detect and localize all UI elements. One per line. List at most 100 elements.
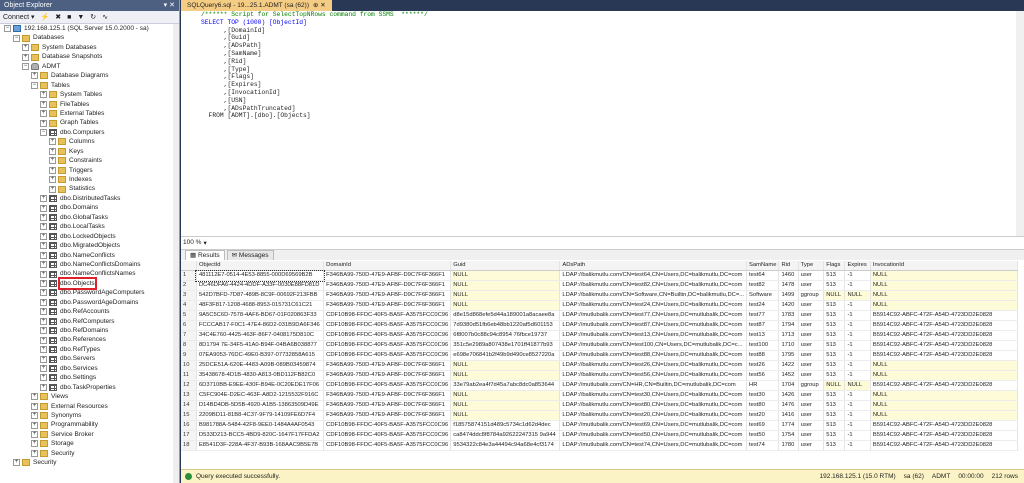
table-cell[interactable]: user [798, 420, 825, 431]
table-cell[interactable]: test74 [746, 440, 780, 451]
tree-node[interactable]: + System Tables [0, 90, 173, 99]
tree-node[interactable]: + Indexes [0, 175, 173, 184]
table-cell[interactable]: test13 [746, 330, 780, 341]
tree-node[interactable]: + Statistics [0, 184, 173, 193]
collapse-icon[interactable]: − [4, 25, 11, 33]
table-cell[interactable]: C5FC904E-D2EC-463F-A8D2-1215532F916C [196, 390, 325, 401]
column-header[interactable]: ADsPath [559, 261, 748, 271]
table-cell[interactable]: 513 [823, 340, 846, 351]
row-number[interactable]: 8 [181, 340, 197, 351]
expand-icon[interactable]: + [40, 298, 47, 306]
table-cell[interactable]: 1794 [778, 320, 799, 331]
table-cell[interactable]: test26 [746, 360, 780, 371]
table-cell[interactable]: NULL [450, 370, 561, 381]
row-number[interactable]: 16 [181, 420, 197, 431]
tree-node[interactable]: + Synonyms [0, 411, 173, 420]
table-cell[interactable]: 1795 [778, 350, 799, 361]
table-cell[interactable]: LDAP://mutlubalik.com/CN=test69,CN=Users… [559, 420, 748, 431]
tree-node[interactable]: + Columns [0, 137, 173, 146]
table-cell[interactable]: 513 [823, 360, 846, 371]
table-cell[interactable]: NULL [844, 380, 871, 391]
table-cell[interactable]: test20 [746, 410, 780, 421]
tree-node[interactable]: + Security [0, 458, 173, 467]
tree-node[interactable]: + Storage [0, 439, 173, 448]
expand-icon[interactable]: + [40, 355, 47, 363]
expand-icon[interactable]: + [31, 449, 38, 457]
tree-node[interactable]: + dbo.LocalTasks [0, 222, 173, 231]
expand-icon[interactable]: + [49, 138, 56, 146]
table-cell[interactable]: 513 [823, 390, 846, 401]
tree-node[interactable]: + External Tables [0, 109, 173, 118]
tree-node[interactable]: + dbo.NameConflicts [0, 251, 173, 260]
tree-node[interactable]: + FileTables [0, 100, 173, 109]
table-cell[interactable]: 8D1794 7E-34F5-41A0-B94F-04BA6B038877 [196, 340, 325, 351]
table-cell[interactable]: test24 [746, 300, 780, 311]
table-cell[interactable]: CDF10B98-FFDC-40F5-BA5F-A3575FCC0C96 [323, 420, 452, 431]
table-row[interactable]: 13 C5FC904E-D2EC-463F-A8D2-1215532F916C F3… [181, 390, 1018, 401]
table-row[interactable]: 12 6D3710BB-E9EE-430F-B94E-0C20EDE17F06 CD… [181, 380, 1018, 391]
tree-node[interactable]: + dbo.PasswordAgeComputers [0, 288, 173, 297]
table-cell[interactable]: 542D7BFD-7D87-489B-8C9F-00692F213FBB [196, 290, 325, 301]
tab-results[interactable]: ▦ Results [185, 250, 225, 260]
table-cell[interactable]: 48F3F817-1208-4688-8953-015731C61C21 [196, 300, 325, 311]
table-cell[interactable]: LDAP://balikmutlu.com/CN=test64,CN=Users… [559, 270, 748, 281]
connect-button[interactable]: Connect ▾ [3, 13, 35, 21]
column-header[interactable]: ObjectId [196, 261, 325, 271]
tree-node[interactable]: + Database Snapshots [0, 52, 173, 61]
table-cell[interactable]: 513 [823, 400, 846, 411]
disconnect-icon[interactable]: ✖ [55, 13, 61, 21]
table-cell[interactable]: CDF10B98-FFDC-40F5-BA5F-A3575FCC0C96 [323, 440, 452, 451]
table-cell[interactable]: 513 [823, 320, 846, 331]
results-grid[interactable]: ObjectId DomainId Guid ADsPath SamName Rid Typ… [181, 261, 1018, 469]
expand-icon[interactable]: + [40, 232, 47, 240]
tree-node[interactable]: + dbo.PasswordAgeDomains [0, 298, 173, 307]
table-cell[interactable]: LDAP://balikmutlu.com/CN=test30,CN=Users… [559, 390, 748, 401]
table-cell[interactable]: test82 [746, 280, 780, 291]
table-row[interactable]: 15 2209BD11-81B8-4C37-9F79-14109FE6D7F4 F3… [181, 410, 1018, 421]
table-cell[interactable]: 513 [823, 270, 846, 281]
table-row[interactable]: 11 35438678-4D1B-4830-A813-0BD112FB82C0 F3… [181, 370, 1018, 381]
tree-node[interactable]: + Keys [0, 147, 173, 156]
table-cell[interactable]: 2209BD11-81B8-4C37-9F79-14109FE6D7F4 [196, 410, 325, 421]
tree-node[interactable]: − Databases [0, 33, 173, 42]
collapse-icon[interactable]: − [31, 81, 38, 89]
table-cell[interactable]: NULL [823, 380, 846, 391]
table-cell[interactable]: LDAP://mutlubalik.com/CN=test77,CN=Users… [559, 310, 748, 321]
table-cell[interactable]: 1499 [778, 290, 799, 301]
table-cell[interactable]: F346BA99-750D-47E9-AFBF-D9C7F6F366F1 [323, 270, 452, 281]
table-cell[interactable]: NULL [870, 270, 1018, 281]
row-number[interactable]: 9 [181, 350, 197, 361]
table-cell[interactable]: 351c5e2989a807438e1701ff41877b93 [450, 340, 561, 351]
expand-icon[interactable]: + [40, 270, 47, 278]
table-row[interactable]: 17 D533D213-BCC5-4BD9-820C-1647F17FFDA2 CD… [181, 430, 1018, 441]
expand-icon[interactable]: + [31, 412, 38, 420]
tree-node[interactable]: + External Resources [0, 402, 173, 411]
table-cell[interactable]: 513 [823, 310, 846, 321]
table-cell[interactable]: F346BA99-750D-47E9-AFBF-D9C7F6F366F1 [323, 390, 452, 401]
expand-icon[interactable]: + [22, 53, 29, 61]
expand-icon[interactable]: + [49, 157, 56, 165]
expand-icon[interactable]: + [49, 166, 56, 174]
table-cell[interactable]: CDF10B98-FFDC-40F5-BA5F-A3575FCC0C96 [323, 340, 452, 351]
tree-node[interactable]: + dbo.Objects [0, 276, 173, 291]
table-cell[interactable]: B5914C92-ABFC-472F-A54D-4723DD2E0828 [870, 340, 1018, 351]
table-cell[interactable]: NULL [450, 360, 561, 371]
table-cell[interactable]: NULL [870, 410, 1018, 421]
tree-scrollbar[interactable] [173, 24, 179, 483]
table-cell[interactable]: CDF10B98-FFDC-40F5-BA5F-A3575FCC0C96 [323, 350, 452, 361]
table-cell[interactable]: LDAP://balikmutlu.com/CN=test56,CN=Users… [559, 370, 748, 381]
table-cell[interactable]: 33e79ab2ea4f7d45a7abc8dc0a853644 [450, 380, 561, 391]
table-cell[interactable]: 1426 [778, 390, 799, 401]
row-number[interactable]: 17 [181, 430, 197, 441]
row-number[interactable]: 10 [181, 360, 197, 371]
tree-node[interactable]: + dbo.DistributedTasks [0, 194, 173, 203]
table-cell[interactable]: LDAP://mutlubalik.com/CN=test74,CN=Users… [559, 440, 748, 451]
table-cell[interactable]: e698e706841b2f49b9d490ce8527220a [450, 350, 561, 361]
tree-node[interactable]: + Service Broker [0, 430, 173, 439]
table-cell[interactable]: user [798, 320, 825, 331]
table-cell[interactable]: 513 [823, 300, 846, 311]
tree-node[interactable]: − Tables [0, 81, 173, 90]
expand-icon[interactable]: + [40, 223, 47, 231]
table-cell[interactable]: test88 [746, 350, 780, 361]
table-cell[interactable]: ggroup [798, 290, 825, 301]
